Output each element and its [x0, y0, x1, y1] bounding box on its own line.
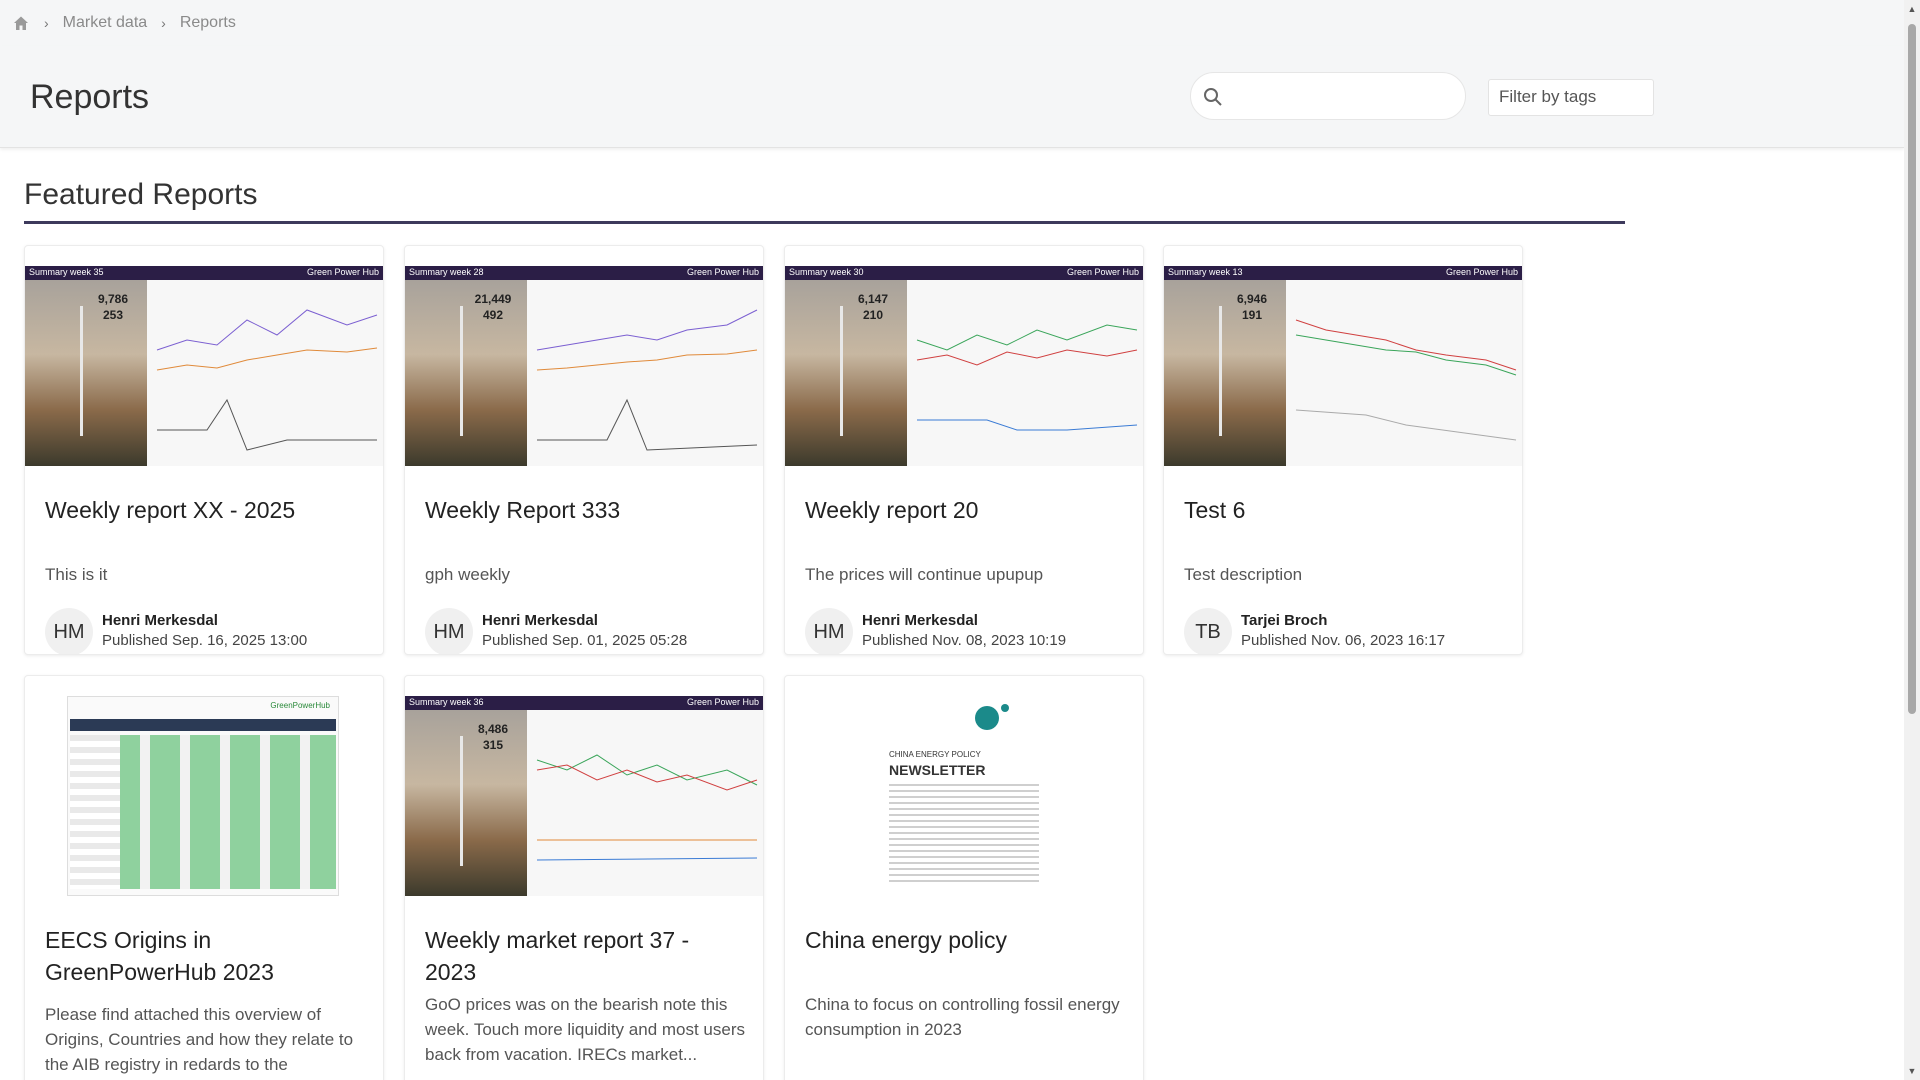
thumbnail-stat-main: 21,449: [474, 292, 512, 306]
thumbnail-stat-main: 6,946: [1236, 292, 1268, 306]
author-name: Henri Merkesdal: [482, 612, 598, 629]
filter-by-tags-input[interactable]: Filter by tags: [1488, 79, 1654, 116]
report-thumbnail: Summary week 35 Green Power Hub 9,786 253: [25, 266, 383, 466]
card-title[interactable]: Weekly report XX - 2025: [45, 494, 365, 526]
report-card[interactable]: Summary week 28 Green Power Hub 21,449 492…: [404, 245, 764, 655]
avatar: HM: [805, 608, 853, 654]
card-title[interactable]: Weekly report 20: [805, 494, 1125, 526]
report-card[interactable]: CHINA ENERGY POLICY NEWSLETTER China ene…: [784, 675, 1144, 1080]
section-title: Featured Reports: [24, 178, 258, 211]
card-title[interactable]: Weekly market report 37 - 2023: [425, 924, 745, 988]
thumbnail-brand: Green Power Hub: [686, 697, 759, 707]
chevron-right-icon: ›: [44, 15, 49, 31]
report-thumbnail: GreenPowerHub: [25, 696, 383, 896]
card-description: Test description: [1184, 565, 1303, 584]
card-description: This is it: [45, 565, 108, 584]
report-thumbnail: Summary week 28 Green Power Hub 21,449 492: [405, 266, 763, 466]
report-card[interactable]: Summary week 30 Green Power Hub 6,147 210 …: [784, 245, 1144, 655]
card-title[interactable]: China energy policy: [805, 924, 1125, 956]
page-header: Reports Filter by tags: [0, 46, 1904, 148]
breadcrumb: › Market data › Reports: [0, 0, 1904, 46]
card-title[interactable]: Test 6: [1184, 494, 1504, 526]
breadcrumb-market-data[interactable]: Market data: [63, 14, 147, 32]
card-author: HM Henri Merkesdal Published Sep. 01, 20…: [425, 608, 745, 654]
chevron-right-icon: ›: [161, 15, 166, 31]
card-description: China to focus on controlling fossil ene…: [805, 995, 1120, 1039]
thumbnail-brand: GreenPowerHub: [270, 701, 330, 710]
report-card[interactable]: Summary week 36 Green Power Hub 8,486 315 …: [404, 675, 764, 1080]
card-author: HM Henri Merkesdal Published Nov. 08, 20…: [805, 608, 1125, 654]
thumbnail-week-label: Summary week 28: [409, 267, 484, 277]
page-scrollbar[interactable]: ▲ ▼: [1904, 0, 1920, 1080]
published-date: Published Sep. 01, 2025 05:28: [482, 632, 688, 649]
report-thumbnail: Summary week 30 Green Power Hub 6,147 210: [785, 266, 1143, 466]
report-card[interactable]: Summary week 35 Green Power Hub 9,786 253 …: [24, 245, 384, 655]
thumbnail-brand: Green Power Hub: [1066, 267, 1139, 277]
card-description: Please find attached this overview of Or…: [45, 1005, 354, 1074]
scroll-up-icon[interactable]: ▲: [1907, 4, 1917, 14]
thumbnail-stat-sub: 492: [482, 308, 504, 322]
card-description: gph weekly: [425, 565, 511, 584]
search-icon: [1204, 88, 1222, 106]
thumbnail-stat-main: 6,147: [857, 292, 889, 306]
card-title[interactable]: Weekly Report 333: [425, 494, 745, 526]
thumbnail-week-label: Summary week 36: [409, 697, 484, 707]
report-card[interactable]: GreenPowerHub EECS Origins in GreenPower…: [24, 675, 384, 1080]
thumbnail-stat-sub: 253: [102, 308, 124, 322]
page-title: Reports: [30, 78, 150, 116]
search-input[interactable]: [1231, 83, 1451, 111]
thumbnail-stat-sub: 315: [482, 738, 504, 752]
thumbnail-week-label: Summary week 30: [789, 267, 864, 277]
breadcrumb-reports[interactable]: Reports: [180, 14, 236, 32]
avatar: HM: [45, 608, 93, 654]
report-thumbnail: Summary week 36 Green Power Hub 8,486 315: [405, 696, 763, 896]
thumbnail-stat-main: 9,786: [97, 292, 129, 306]
card-title[interactable]: EECS Origins in GreenPowerHub 2023: [45, 924, 365, 988]
thumbnail-brand: Green Power Hub: [306, 267, 379, 277]
home-icon[interactable]: [12, 14, 30, 32]
avatar: TB: [1184, 608, 1232, 654]
search-box[interactable]: [1190, 72, 1466, 120]
thumbnail-week-label: Summary week 35: [29, 267, 104, 277]
card-author: HM Henri Merkesdal Published Sep. 16, 20…: [45, 608, 365, 654]
thumbnail-stat-sub: 191: [1241, 308, 1263, 322]
published-date: Published Nov. 08, 2023 10:19: [862, 632, 1067, 649]
published-date: Published Nov. 06, 2023 16:17: [1241, 632, 1446, 649]
report-thumbnail: Summary week 13 Green Power Hub 6,946 191: [1164, 266, 1522, 466]
scroll-down-icon[interactable]: ▼: [1907, 1066, 1917, 1076]
card-description: GoO prices was on the bearish note this …: [425, 995, 746, 1064]
thumbnail-stat-main: 8,486: [477, 722, 509, 736]
thumbnail-week-label: Summary week 13: [1168, 267, 1243, 277]
thumbnail-brand: Green Power Hub: [686, 267, 759, 277]
scrollbar-thumb[interactable]: [1908, 24, 1916, 714]
author-name: Henri Merkesdal: [102, 612, 218, 629]
thumbnail-brand: Green Power Hub: [1445, 267, 1518, 277]
avatar: HM: [425, 608, 473, 654]
published-date: Published Sep. 16, 2025 13:00: [102, 632, 308, 649]
card-description: The prices will continue upupup: [805, 565, 1044, 584]
report-card[interactable]: Summary week 13 Green Power Hub 6,946 191 …: [1163, 245, 1523, 655]
thumbnail-heading: CHINA ENERGY POLICY: [889, 750, 981, 759]
card-author: TB Tarjei Broch Published Nov. 06, 2023 …: [1184, 608, 1504, 654]
author-name: Henri Merkesdal: [862, 612, 978, 629]
author-name: Tarjei Broch: [1241, 612, 1328, 629]
thumbnail-title: NEWSLETTER: [889, 762, 986, 778]
thumbnail-stat-sub: 210: [862, 308, 884, 322]
section-divider: [24, 221, 1625, 224]
report-thumbnail: CHINA ENERGY POLICY NEWSLETTER: [785, 696, 1143, 896]
